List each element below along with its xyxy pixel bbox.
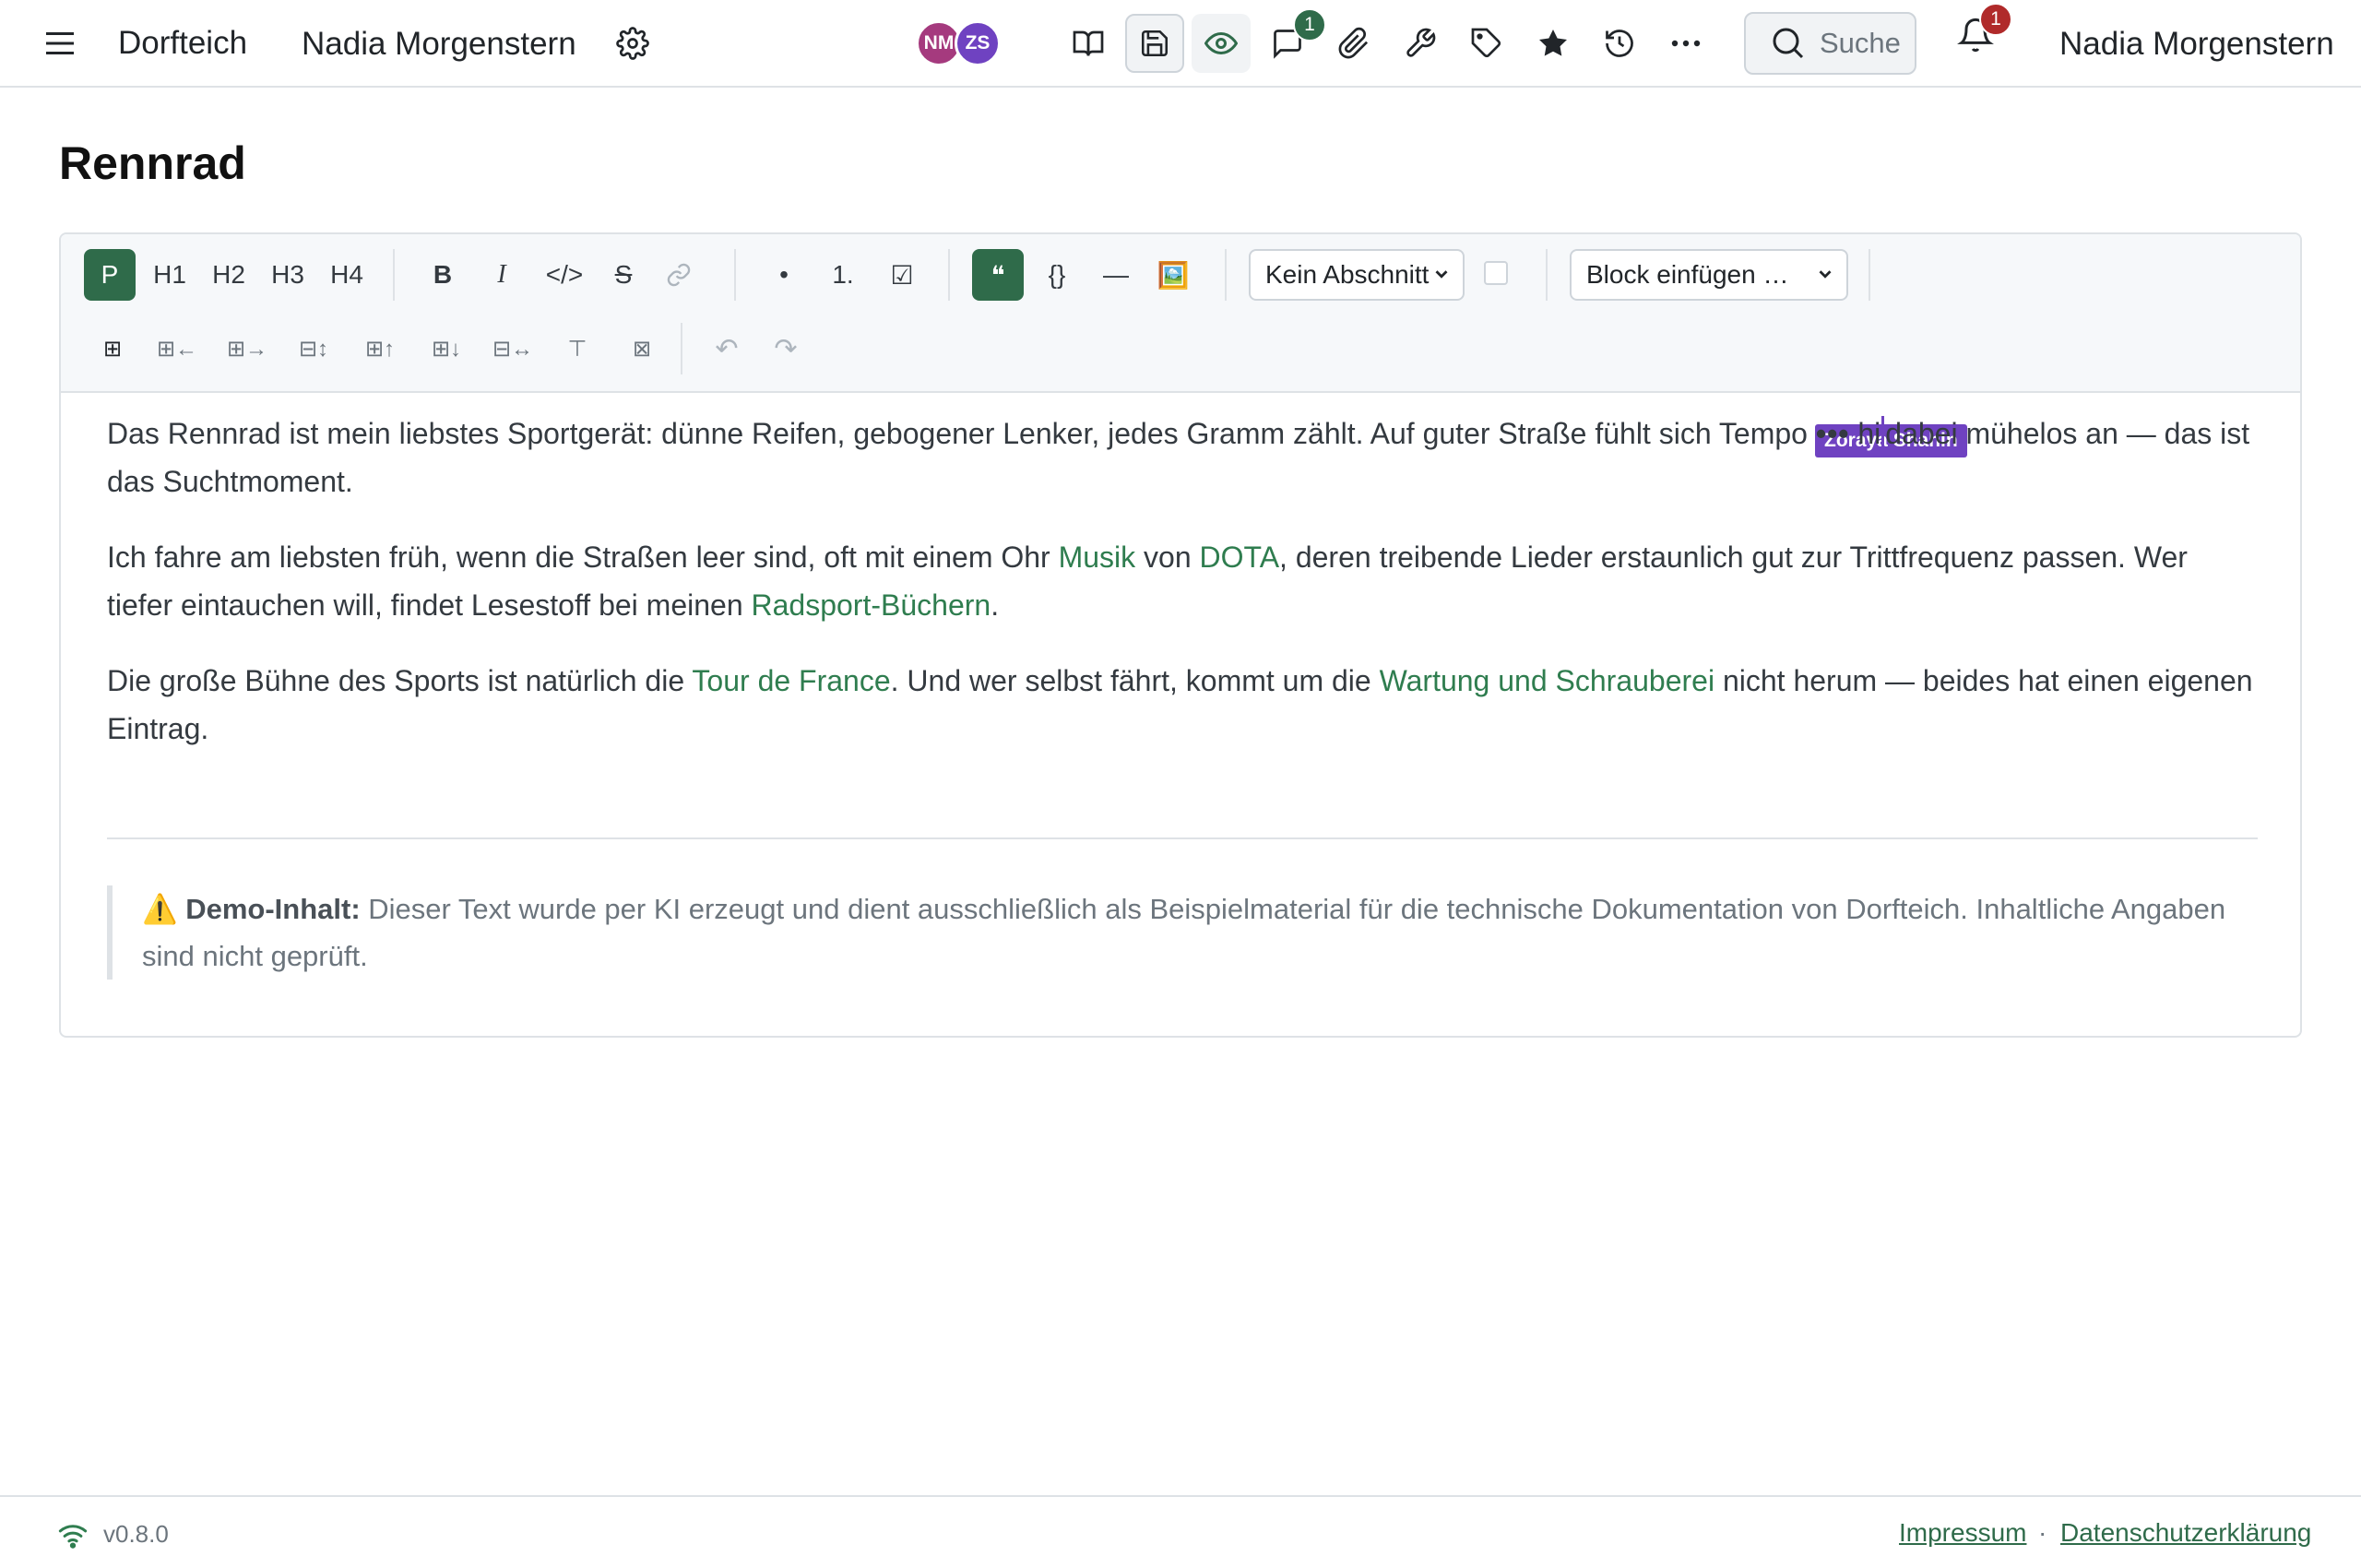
wrench-icon[interactable] [1400, 23, 1441, 64]
text-run: . Und wer selbst fährt, kommt um die [890, 664, 1380, 697]
app-name[interactable]: Dorfteich [118, 27, 247, 59]
quote-button[interactable]: ❝ [972, 249, 1024, 301]
toolbar-separator [948, 249, 950, 301]
warning-icon: ⚠️ [142, 893, 178, 925]
paragraph-2: Ich fahre am liebsten früh, wenn die Str… [107, 533, 2258, 629]
h3-button[interactable]: H3 [262, 249, 314, 301]
table-delete-button[interactable]: ⊠ [618, 323, 666, 374]
paragraph-3: Die große Bühne des Sports ist natürlich… [107, 657, 2258, 753]
table-add-column-before-button[interactable]: ⊞← [148, 323, 207, 374]
block-insert-select[interactable]: Block einfügen … [1570, 249, 1848, 301]
bold-button[interactable]: B [417, 249, 469, 301]
collapsed-text-indicator[interactable]: ••• [1816, 417, 1850, 450]
section-select-value: Kein Abschnitt [1265, 260, 1430, 289]
link-musik[interactable]: Musik [1059, 540, 1136, 574]
horizontal-rule-button[interactable]: — [1090, 249, 1142, 301]
table-add-column-after-button[interactable]: ⊞→ [218, 323, 277, 374]
text-run: von [1135, 540, 1200, 574]
text-run: Die große Bühne des Sports ist natürlich… [107, 664, 693, 697]
chevron-down-icon [1815, 264, 1835, 284]
link-tour-de-france[interactable]: Tour de France [692, 664, 890, 697]
menu-icon[interactable] [41, 24, 79, 63]
toolbar-separator [1869, 249, 1870, 301]
avatar-zs[interactable]: ZS [955, 20, 1001, 66]
editor-content[interactable]: Das Rennrad ist mein liebstes Sportgerät… [107, 410, 2258, 780]
search-label: Suche [1820, 27, 1901, 59]
text-run: hi [1849, 417, 1881, 450]
table-delete-row-button[interactable]: ⊟↔ [483, 323, 542, 374]
workspace-name[interactable]: Nadia Morgenstern [302, 28, 576, 60]
paperclip-icon[interactable] [1334, 23, 1374, 64]
footer: v0.8.0 Impressum · Datenschutzerklärung [0, 1495, 2361, 1568]
h1-button[interactable]: H1 [144, 249, 196, 301]
horizontal-rule [107, 837, 2258, 839]
gear-icon[interactable] [612, 23, 653, 64]
demo-notice-text: Dieser Text wurde per KI erzeugt und die… [142, 893, 2226, 972]
text-run: Das Rennrad ist mein liebstes Sportgerät… [107, 417, 1816, 450]
editor-toolbar: P H1 H2 H3 H4 B I </> S • 1. ☑ ❝ {} — 🖼️… [61, 234, 2300, 393]
paragraph-1: Das Rennrad ist mein liebstes Sportgerät… [107, 410, 2258, 505]
imprint-link[interactable]: Impressum [1899, 1518, 2026, 1548]
book-icon[interactable] [1068, 23, 1109, 64]
star-icon[interactable] [1533, 23, 1573, 64]
h4-button[interactable]: H4 [321, 249, 373, 301]
privacy-link[interactable]: Datenschutzerklärung [2060, 1518, 2311, 1548]
search-button[interactable]: Suche [1744, 12, 1916, 75]
toolbar-separator [734, 249, 736, 301]
toolbar-separator [681, 323, 682, 374]
table-add-row-before-button[interactable]: ⊞↑ [350, 323, 409, 374]
demo-notice-quote: ⚠️ Demo-Inhalt: Dieser Text wurde per KI… [107, 885, 2258, 980]
undo-button[interactable]: ↶ [703, 323, 751, 374]
link-dota[interactable]: DOTA [1200, 540, 1280, 574]
notification-count-badge: 1 [1979, 3, 2012, 36]
eye-icon[interactable] [1192, 14, 1251, 73]
ordered-list-button[interactable]: 1. [817, 249, 869, 301]
text-run: Ich fahre am liebsten früh, wenn die Str… [107, 540, 1059, 574]
h2-button[interactable]: H2 [203, 249, 255, 301]
section-select[interactable]: Kein Abschnitt [1249, 249, 1465, 301]
section-checkbox[interactable] [1484, 261, 1508, 285]
history-icon[interactable] [1599, 23, 1640, 64]
image-button[interactable]: 🖼️ [1147, 249, 1199, 301]
table-insert-button[interactable]: ⊞ [89, 323, 136, 374]
editor: P H1 H2 H3 H4 B I </> S • 1. ☑ ❝ {} — 🖼️… [59, 232, 2302, 1038]
italic-button[interactable]: I [476, 249, 528, 301]
bullet-list-button[interactable]: • [758, 249, 810, 301]
wifi-icon [57, 1521, 89, 1549]
link-radsport-buecher[interactable]: Radsport-Büchern [752, 588, 991, 622]
toolbar-separator [1546, 249, 1548, 301]
toolbar-separator [1225, 249, 1227, 301]
user-name[interactable]: Nadia Morgenstern [2059, 28, 2334, 60]
redo-button[interactable]: ↷ [762, 323, 810, 374]
code-block-button[interactable]: {} [1031, 249, 1083, 301]
tag-icon[interactable] [1466, 23, 1507, 64]
toolbar-separator [393, 249, 395, 301]
page-title: Rennrad [59, 137, 246, 189]
link-icon[interactable] [653, 249, 705, 301]
chevron-down-icon [1431, 264, 1452, 284]
task-list-button[interactable]: ☑ [876, 249, 928, 301]
block-insert-select-value: Block einfügen … [1586, 260, 1789, 289]
inline-code-button[interactable]: </> [535, 249, 594, 301]
paragraph-button[interactable]: P [84, 249, 136, 301]
remote-cursor [1881, 416, 1885, 451]
table-delete-column-button[interactable]: ⊟↕ [286, 323, 341, 374]
top-bar: Dorfteich Nadia Morgenstern NM ZS 1 Such… [0, 0, 2361, 88]
demo-notice-label: Demo-Inhalt: [185, 893, 361, 925]
save-icon[interactable] [1125, 14, 1184, 73]
search-icon [1770, 25, 1807, 62]
footer-separator: · [2038, 1518, 2047, 1547]
more-icon[interactable] [1666, 23, 1706, 64]
strike-button[interactable]: S [598, 249, 649, 301]
version-label: v0.8.0 [103, 1520, 169, 1548]
link-wartung[interactable]: Wartung und Schrauberei [1380, 664, 1714, 697]
table-add-row-after-button[interactable]: ⊞↓ [417, 323, 476, 374]
table-header-toggle-button[interactable]: ⊤ [553, 323, 601, 374]
text-run: . [991, 588, 1000, 622]
comment-count-badge: 1 [1293, 8, 1326, 42]
